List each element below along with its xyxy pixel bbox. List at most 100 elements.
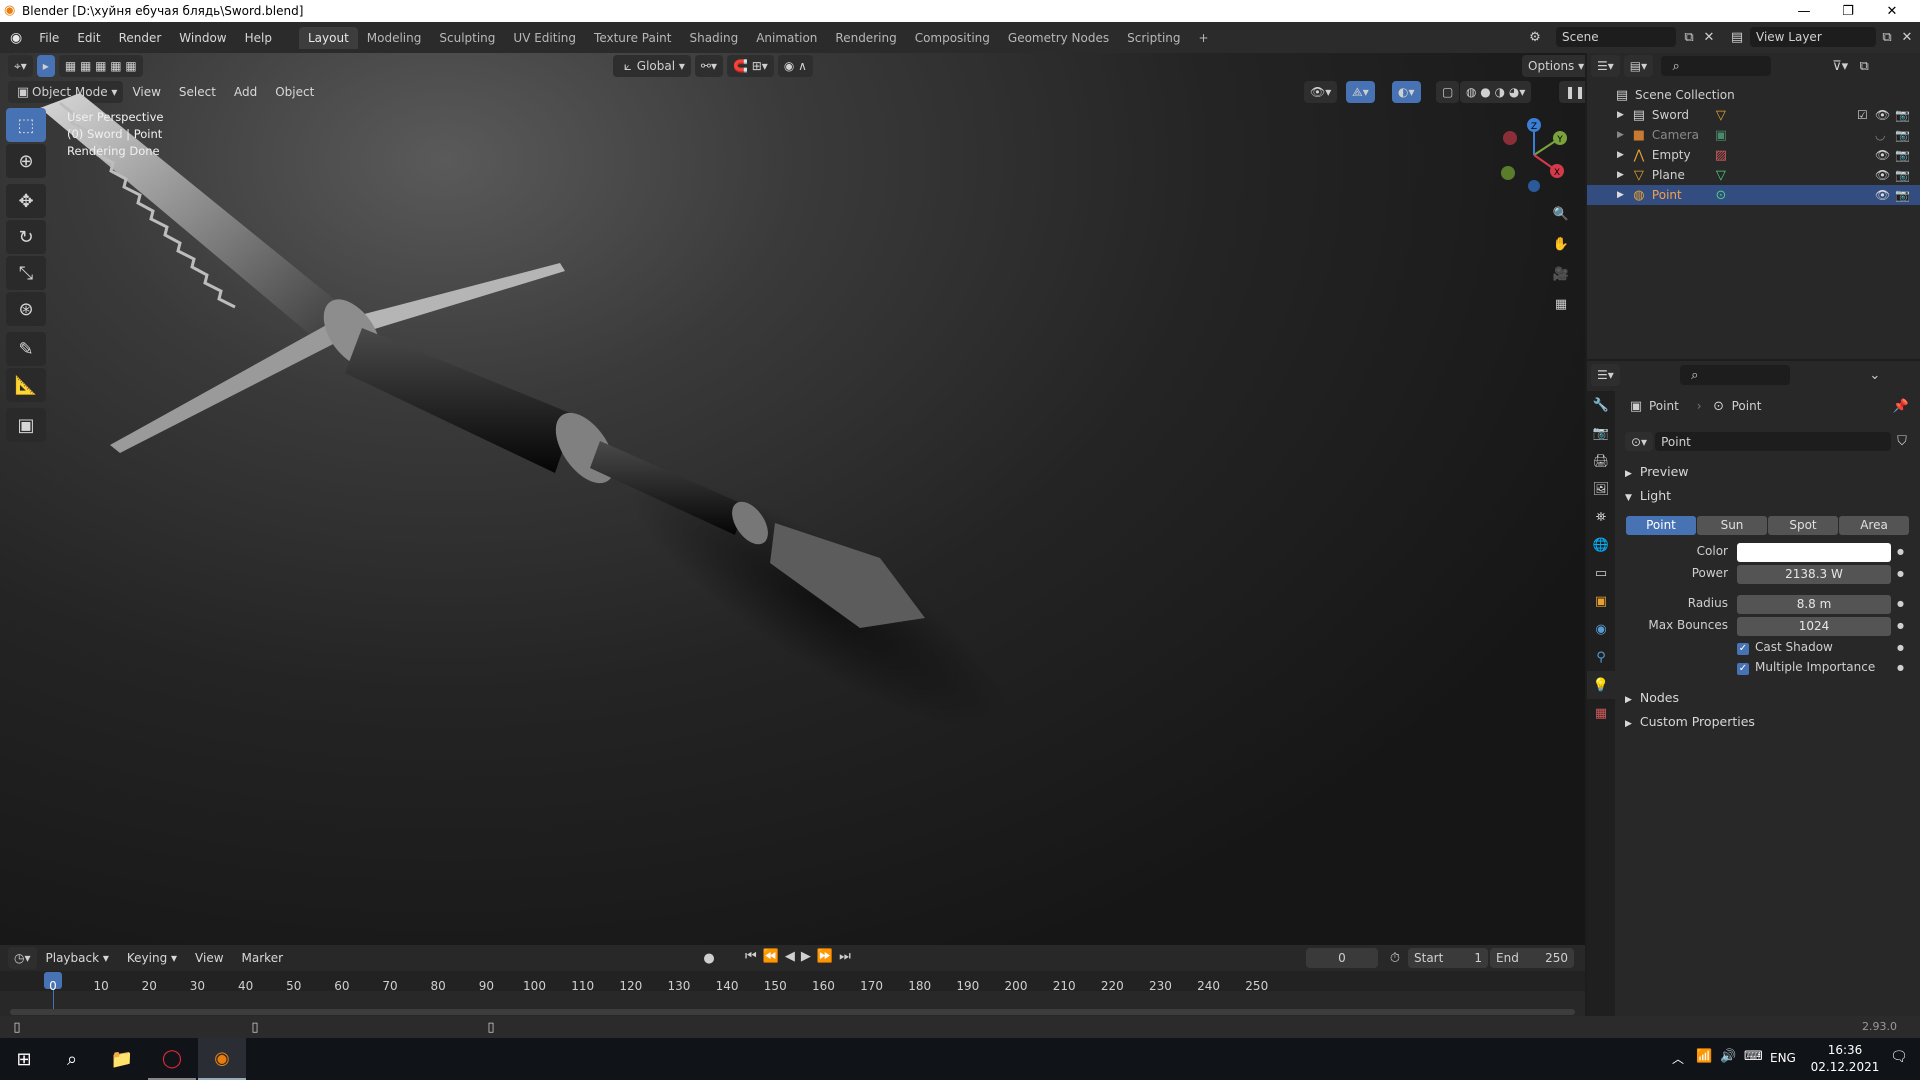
browse-light-icon[interactable]: ⊙▾ bbox=[1625, 432, 1654, 451]
eye-hidden-icon[interactable]: ◡ bbox=[1875, 128, 1885, 142]
notifications-icon[interactable]: 🗨 bbox=[1890, 1049, 1908, 1065]
output-tab-icon[interactable]: 🖨 bbox=[1587, 447, 1615, 475]
light-data-tab-icon[interactable]: 💡 bbox=[1587, 671, 1615, 699]
navigation-gizmo[interactable]: Z Y X bbox=[1492, 113, 1572, 193]
pin-icon[interactable]: 📌 bbox=[1892, 397, 1910, 415]
add-workspace-icon[interactable]: + bbox=[1190, 27, 1218, 49]
timeline-menu-view[interactable]: View bbox=[186, 951, 232, 965]
outliner-item-sword[interactable]: ▶ ▤ Sword ▽ ☑ 👁 📷 bbox=[1587, 105, 1920, 125]
rotate-tool-icon[interactable]: ↻ bbox=[6, 220, 46, 254]
render-tab-icon[interactable]: 📷 bbox=[1587, 419, 1615, 447]
close-icon[interactable]: ✕ bbox=[1870, 0, 1914, 22]
properties-editor-type-icon[interactable]: ☰▾ bbox=[1591, 364, 1620, 386]
scene-selector[interactable]: Scene bbox=[1556, 27, 1676, 47]
new-scene-icon[interactable]: ⧉ bbox=[1680, 28, 1698, 46]
scene-icon[interactable]: ⚙ bbox=[1526, 28, 1544, 46]
new-collection-icon[interactable]: ⧉ bbox=[1855, 57, 1873, 75]
light-type-area-button[interactable]: Area bbox=[1839, 516, 1909, 535]
blender-menu-icon[interactable]: ◉ bbox=[10, 30, 22, 46]
tab-compositing[interactable]: Compositing bbox=[906, 27, 999, 49]
measure-tool-icon[interactable]: 📐 bbox=[6, 368, 46, 402]
eye-icon[interactable]: 👁 bbox=[1875, 108, 1890, 122]
blender-taskbar-icon[interactable]: ◉ bbox=[198, 1038, 246, 1080]
tab-geometry-nodes[interactable]: Geometry Nodes bbox=[999, 27, 1118, 49]
auto-keying-record-icon[interactable]: ● bbox=[700, 949, 718, 967]
stopwatch-icon[interactable]: ⏱ bbox=[1386, 949, 1404, 967]
menu-help[interactable]: Help bbox=[236, 31, 281, 45]
eye-icon[interactable]: 👁 bbox=[1875, 148, 1890, 162]
scale-tool-icon[interactable]: ⤡ bbox=[6, 256, 46, 290]
keyframe-dot-icon[interactable]: ● bbox=[1897, 663, 1904, 672]
clock-time[interactable]: 16:36 bbox=[1820, 1043, 1870, 1057]
light-type-spot-button[interactable]: Spot bbox=[1768, 516, 1838, 535]
scene-tab-icon[interactable]: ⛯ bbox=[1587, 503, 1615, 531]
radius-field[interactable]: 8.8 m bbox=[1737, 595, 1891, 614]
new-view-layer-icon[interactable]: ⧉ bbox=[1878, 28, 1896, 46]
expand-icon[interactable]: ▶ bbox=[1617, 190, 1624, 200]
cursor-tool-icon[interactable]: ⊕ bbox=[6, 144, 46, 178]
keyboard-icon[interactable]: ⌨ bbox=[1744, 1049, 1763, 1064]
panel-light[interactable]: ▼ Light bbox=[1625, 488, 1671, 503]
tab-rendering[interactable]: Rendering bbox=[826, 27, 905, 49]
outliner-item-camera[interactable]: ▶ ■ Camera ▣ ◡ 📷 bbox=[1587, 125, 1920, 145]
tab-sculpting[interactable]: Sculpting bbox=[430, 27, 504, 49]
light-type-sun-button[interactable]: Sun bbox=[1697, 516, 1767, 535]
clock-date[interactable]: 02.12.2021 bbox=[1806, 1060, 1884, 1074]
view-layer-tab-icon[interactable]: 🖼 bbox=[1587, 475, 1615, 503]
delete-scene-icon[interactable]: ✕ bbox=[1700, 28, 1718, 46]
panel-custom-properties[interactable]: ▶ Custom Properties bbox=[1625, 714, 1755, 729]
restore-icon[interactable]: ❐ bbox=[1826, 0, 1870, 22]
keyframe-dot-icon[interactable]: ● bbox=[1897, 599, 1904, 608]
wifi-icon[interactable]: 📶 bbox=[1696, 1049, 1712, 1064]
tab-texture-paint[interactable]: Texture Paint bbox=[585, 27, 680, 49]
tab-uv-editing[interactable]: UV Editing bbox=[504, 27, 585, 49]
timeline-scrollbar[interactable] bbox=[10, 1009, 1575, 1015]
outliner-item-point[interactable]: ▶ ◍ Point ⊙ 👁 📷 bbox=[1587, 185, 1920, 205]
camera-view-icon[interactable]: 🎥 bbox=[1552, 265, 1570, 283]
eye-icon[interactable]: 👁 bbox=[1875, 188, 1890, 202]
expand-icon[interactable]: ▶ bbox=[1617, 130, 1624, 140]
volume-icon[interactable]: 🔊 bbox=[1720, 1049, 1736, 1064]
render-camera-icon[interactable]: 📷 bbox=[1895, 128, 1910, 142]
3d-viewport[interactable]: ⌖▾ ▸ ▦ ▦ ▦ ▦ ▦ ⟀ Global ▾ ⚯▾ 🧲 ⊞▾ ◉ ∧ Opt… bbox=[0, 53, 1585, 945]
light-datablock-selector[interactable]: ⊙▾ Point bbox=[1625, 432, 1891, 451]
cast-shadow-checkbox[interactable]: ✓ Cast Shadow bbox=[1737, 640, 1833, 655]
expand-icon[interactable]: ▶ bbox=[1617, 110, 1624, 120]
properties-search-input[interactable]: ⌕ bbox=[1679, 365, 1790, 385]
texture-tab-icon[interactable]: ▦ bbox=[1587, 699, 1615, 727]
light-name-field[interactable]: Point bbox=[1655, 432, 1891, 451]
move-tool-icon[interactable]: ✥ bbox=[6, 184, 46, 218]
tab-animation[interactable]: Animation bbox=[747, 27, 826, 49]
display-mode-icon[interactable]: ▤▾ bbox=[1623, 55, 1654, 77]
multiple-importance-checkbox[interactable]: ✓ Multiple Importance bbox=[1737, 660, 1875, 675]
timeline-menu-marker[interactable]: Marker bbox=[233, 951, 292, 965]
panel-preview[interactable]: ▶ Preview bbox=[1625, 464, 1689, 479]
power-field[interactable]: 2138.3 W bbox=[1737, 565, 1891, 584]
timeline-menu-keying[interactable]: Keying ▾ bbox=[118, 951, 186, 965]
eye-icon[interactable]: 👁 bbox=[1875, 168, 1890, 182]
zoom-icon[interactable]: 🔍 bbox=[1552, 205, 1570, 223]
add-cube-tool-icon[interactable]: ▣ bbox=[6, 408, 46, 442]
color-swatch[interactable] bbox=[1737, 543, 1891, 562]
timeline-menu-playback[interactable]: Playback ▾ bbox=[37, 951, 118, 965]
fake-user-shield-icon[interactable]: ⛉ bbox=[1893, 432, 1911, 450]
expand-icon[interactable]: ▶ bbox=[1617, 150, 1624, 160]
annotate-tool-icon[interactable]: ✎ bbox=[6, 332, 46, 366]
light-type-point-button[interactable]: Point bbox=[1626, 516, 1696, 535]
tray-chevron-icon[interactable]: ︿ bbox=[1672, 1050, 1684, 1067]
render-camera-icon[interactable]: 📷 bbox=[1895, 108, 1910, 122]
windows-start-icon[interactable]: ⊞ bbox=[0, 1038, 48, 1080]
render-camera-icon[interactable]: 📷 bbox=[1895, 148, 1910, 162]
keyframe-dot-icon[interactable]: ● bbox=[1897, 621, 1904, 630]
outliner-item-empty[interactable]: ▶ ⋀ Empty ▨ 👁 📷 bbox=[1587, 145, 1920, 165]
pan-hand-icon[interactable]: ✋ bbox=[1552, 235, 1570, 253]
chevron-down-icon[interactable]: ⌄ bbox=[1866, 366, 1884, 384]
minimize-icon[interactable]: — bbox=[1782, 0, 1826, 22]
view-layer-icon[interactable]: ▤ bbox=[1728, 28, 1746, 46]
language-indicator[interactable]: ENG bbox=[1770, 1051, 1796, 1065]
constraints-tab-icon[interactable]: ⚲ bbox=[1587, 643, 1615, 671]
keyframe-dot-icon[interactable]: ● bbox=[1897, 547, 1904, 556]
scene-collection-row[interactable]: ▤ Scene Collection bbox=[1587, 85, 1920, 105]
keyframe-dot-icon[interactable]: ● bbox=[1897, 643, 1904, 652]
opera-browser-icon[interactable]: ◯ bbox=[148, 1038, 196, 1080]
